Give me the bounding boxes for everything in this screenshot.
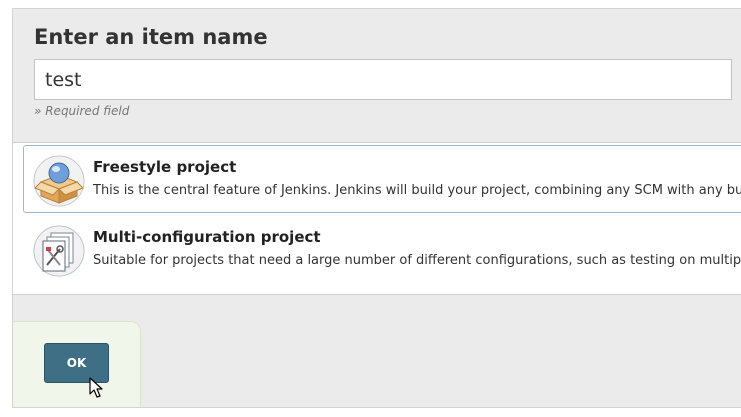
form-footer: OK: [13, 321, 141, 407]
item-description: Suitable for projects that need a large …: [93, 253, 741, 268]
item-name-section: Enter an item name » Required field: [13, 9, 741, 143]
mouse-pointer-icon: [89, 377, 103, 398]
item-type-freestyle[interactable]: Freestyle project This is the central fe…: [23, 145, 741, 213]
new-item-panel: Enter an item name » Required field Free…: [12, 8, 741, 408]
item-title: Multi-configuration project: [93, 228, 321, 246]
required-field-hint: » Required field: [34, 104, 130, 118]
item-description: This is the central feature of Jenkins. …: [93, 183, 741, 198]
new-item-page: Enter an item name » Required field Free…: [0, 0, 741, 417]
page-title: Enter an item name: [34, 25, 268, 49]
item-title: Freestyle project: [93, 158, 237, 176]
multi-configuration-project-icon: [33, 225, 85, 277]
item-type-list: Freestyle project This is the central fe…: [13, 143, 741, 295]
item-type-multi-configuration[interactable]: Multi-configuration project Suitable for…: [23, 215, 741, 283]
freestyle-project-icon: [33, 155, 85, 207]
item-name-input[interactable]: [34, 59, 732, 100]
